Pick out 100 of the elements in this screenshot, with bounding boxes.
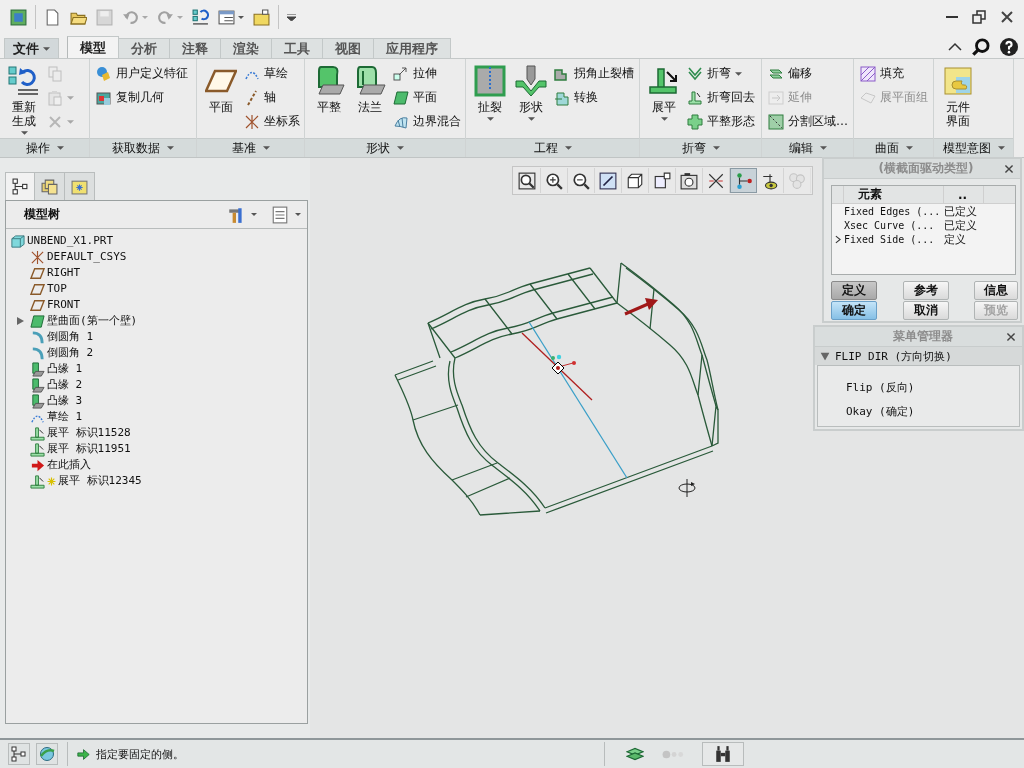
tree-item[interactable]: 展平 标识11528 xyxy=(6,425,307,441)
group-menu-button[interactable]: 模型意图 xyxy=(934,139,1013,157)
app-menu-button[interactable] xyxy=(9,6,28,28)
tree-item[interactable]: 倒圆角 1 xyxy=(6,329,307,345)
file-menu-button[interactable]: 文件 xyxy=(4,38,59,58)
ribbon-button[interactable]: 扯裂 xyxy=(472,63,508,138)
find-button[interactable] xyxy=(702,742,744,766)
group-menu-button[interactable]: 编辑 xyxy=(762,139,853,157)
help-button[interactable] xyxy=(1000,38,1018,56)
tree-item[interactable]: 凸缘 2 xyxy=(6,377,307,393)
ribbon-button[interactable]: 分割区域… xyxy=(768,112,848,131)
ribbon-button[interactable]: 平整形态 xyxy=(687,112,755,131)
ribbon-button[interactable]: 复制几何 xyxy=(96,88,188,107)
globe-icon xyxy=(39,746,55,762)
ribbon-button[interactable]: 偏移 xyxy=(768,64,848,83)
dialog-button[interactable]: 信息 xyxy=(974,281,1018,300)
group-menu-button[interactable]: 曲面 xyxy=(854,139,933,157)
ribbon-tab[interactable]: 分析 xyxy=(119,38,170,58)
menu-item[interactable]: Flip (反向) xyxy=(818,375,915,399)
tree-item[interactable]: 倒圆角 2 xyxy=(6,345,307,361)
zoom-fit-icon xyxy=(518,171,536,190)
axes-icon xyxy=(244,113,260,130)
dialog-button[interactable]: 确定 xyxy=(831,301,877,320)
ribbon-button[interactable]: 折弯回去 xyxy=(687,88,755,107)
ribbon-button[interactable]: 转换 xyxy=(554,88,634,107)
ribbon-button[interactable]: 平面 xyxy=(203,63,239,138)
collapse-ribbon-button[interactable] xyxy=(948,42,962,52)
ribbon-tab[interactable]: 模型 xyxy=(67,36,119,58)
ribbon-button[interactable]: 折弯 xyxy=(687,64,755,83)
dialog-button[interactable]: 取消 xyxy=(902,301,949,320)
list-icon xyxy=(271,205,289,224)
menu-header[interactable]: FLIP DIR (方向切换) xyxy=(815,347,1022,365)
ribbon-tab[interactable]: 应用程序 xyxy=(374,38,451,58)
tree-item[interactable]: TOP xyxy=(6,281,307,297)
ribbon-button[interactable]: 边界混合 xyxy=(393,112,461,131)
panel-tab[interactable] xyxy=(5,172,35,200)
column-header[interactable]: .. xyxy=(944,186,984,203)
menu-item[interactable]: Okay (确定) xyxy=(818,399,915,423)
caret-icon xyxy=(238,15,244,19)
ribbon-button[interactable]: 平整 xyxy=(311,63,347,138)
tree-item[interactable]: 草绘 1 xyxy=(6,409,307,425)
ribbon-button[interactable]: 重新生成 xyxy=(6,63,42,138)
tree-item[interactable]: DEFAULT_CSYS xyxy=(6,249,307,265)
ribbon-button[interactable]: 用户定义特征 xyxy=(96,64,188,83)
close-icon xyxy=(1000,10,1014,24)
tree-item[interactable]: FRONT xyxy=(6,297,307,313)
ribbon-button[interactable]: 草绘 xyxy=(244,64,300,83)
tree-item[interactable]: 展平 标识11951 xyxy=(6,441,307,457)
model-tree-toggle-button[interactable] xyxy=(8,743,30,765)
tree-item[interactable]: 凸缘 1 xyxy=(6,361,307,377)
close-button[interactable] xyxy=(1000,10,1014,24)
ribbon-tab[interactable]: 注释 xyxy=(170,38,221,58)
group-menu-button[interactable]: 获取数据 xyxy=(90,139,196,157)
ribbon-button[interactable]: 轴 xyxy=(244,88,300,107)
column-header[interactable]: 元素 xyxy=(844,186,944,203)
dialog-title: 菜单管理器 xyxy=(891,328,954,345)
group-menu-button[interactable]: 基准 xyxy=(197,139,304,157)
ribbon-button[interactable]: 拉伸 xyxy=(393,64,461,83)
caret-icon xyxy=(142,15,148,19)
dialog-button[interactable]: 参考 xyxy=(902,281,949,300)
dialog-button[interactable]: 定义 xyxy=(831,281,877,300)
ribbon-button[interactable]: 平面 xyxy=(393,88,461,107)
caret-icon xyxy=(177,15,183,19)
ribbon-tab[interactable]: 工具 xyxy=(272,38,323,58)
ribbon-tab[interactable]: 渲染 xyxy=(221,38,272,58)
tree-item[interactable]: 凸缘 3 xyxy=(6,393,307,409)
group-menu-button[interactable]: 折弯 xyxy=(640,139,761,157)
ribbon-button[interactable]: 拐角止裂槽 xyxy=(554,64,634,83)
restore-button[interactable] xyxy=(972,10,986,24)
ribbon-button[interactable]: 填充 xyxy=(860,64,928,83)
tree-item[interactable]: RIGHT xyxy=(6,265,307,281)
close-button[interactable] xyxy=(1006,331,1016,342)
group-menu-button[interactable]: 工程 xyxy=(466,139,639,157)
close-button[interactable] xyxy=(1004,163,1014,174)
tree-item[interactable]: 壁曲面(第一个壁) xyxy=(6,313,307,329)
ribbon-button[interactable]: 展平 xyxy=(646,63,682,138)
dots-icon xyxy=(662,749,684,759)
tree-settings-button[interactable] xyxy=(271,205,301,224)
search-button[interactable] xyxy=(972,38,990,56)
ribbon-tab[interactable]: 视图 xyxy=(323,38,374,58)
ribbon-button[interactable]: 坐标系 xyxy=(244,112,300,131)
tree-item[interactable]: 展平 标识12345 xyxy=(6,473,307,489)
group-menu-button[interactable]: 操作 xyxy=(0,139,89,157)
ribbon-button[interactable]: 元件界面 xyxy=(940,63,976,138)
tree-tools-button[interactable] xyxy=(227,205,257,224)
toolbar-button[interactable] xyxy=(191,6,210,28)
browser-toggle-button[interactable] xyxy=(36,743,58,765)
caret-icon xyxy=(397,146,404,150)
ribbon-button[interactable]: 形状 xyxy=(513,63,549,138)
panel-tab[interactable] xyxy=(35,172,65,200)
tree-item[interactable]: 在此插入 xyxy=(6,457,307,473)
flange-icon xyxy=(30,377,45,393)
status-message: 指定要固定的侧。 xyxy=(96,746,184,762)
unbend-arrow-icon xyxy=(648,65,680,97)
ribbon-button[interactable]: 法兰 xyxy=(352,63,388,138)
tree-item[interactable]: UNBEND_X1.PRT xyxy=(6,233,307,249)
folder-icon xyxy=(253,8,270,26)
toolbar-button[interactable] xyxy=(252,6,271,28)
axes-icon xyxy=(30,249,45,265)
group-menu-button[interactable]: 形状 xyxy=(305,139,465,157)
